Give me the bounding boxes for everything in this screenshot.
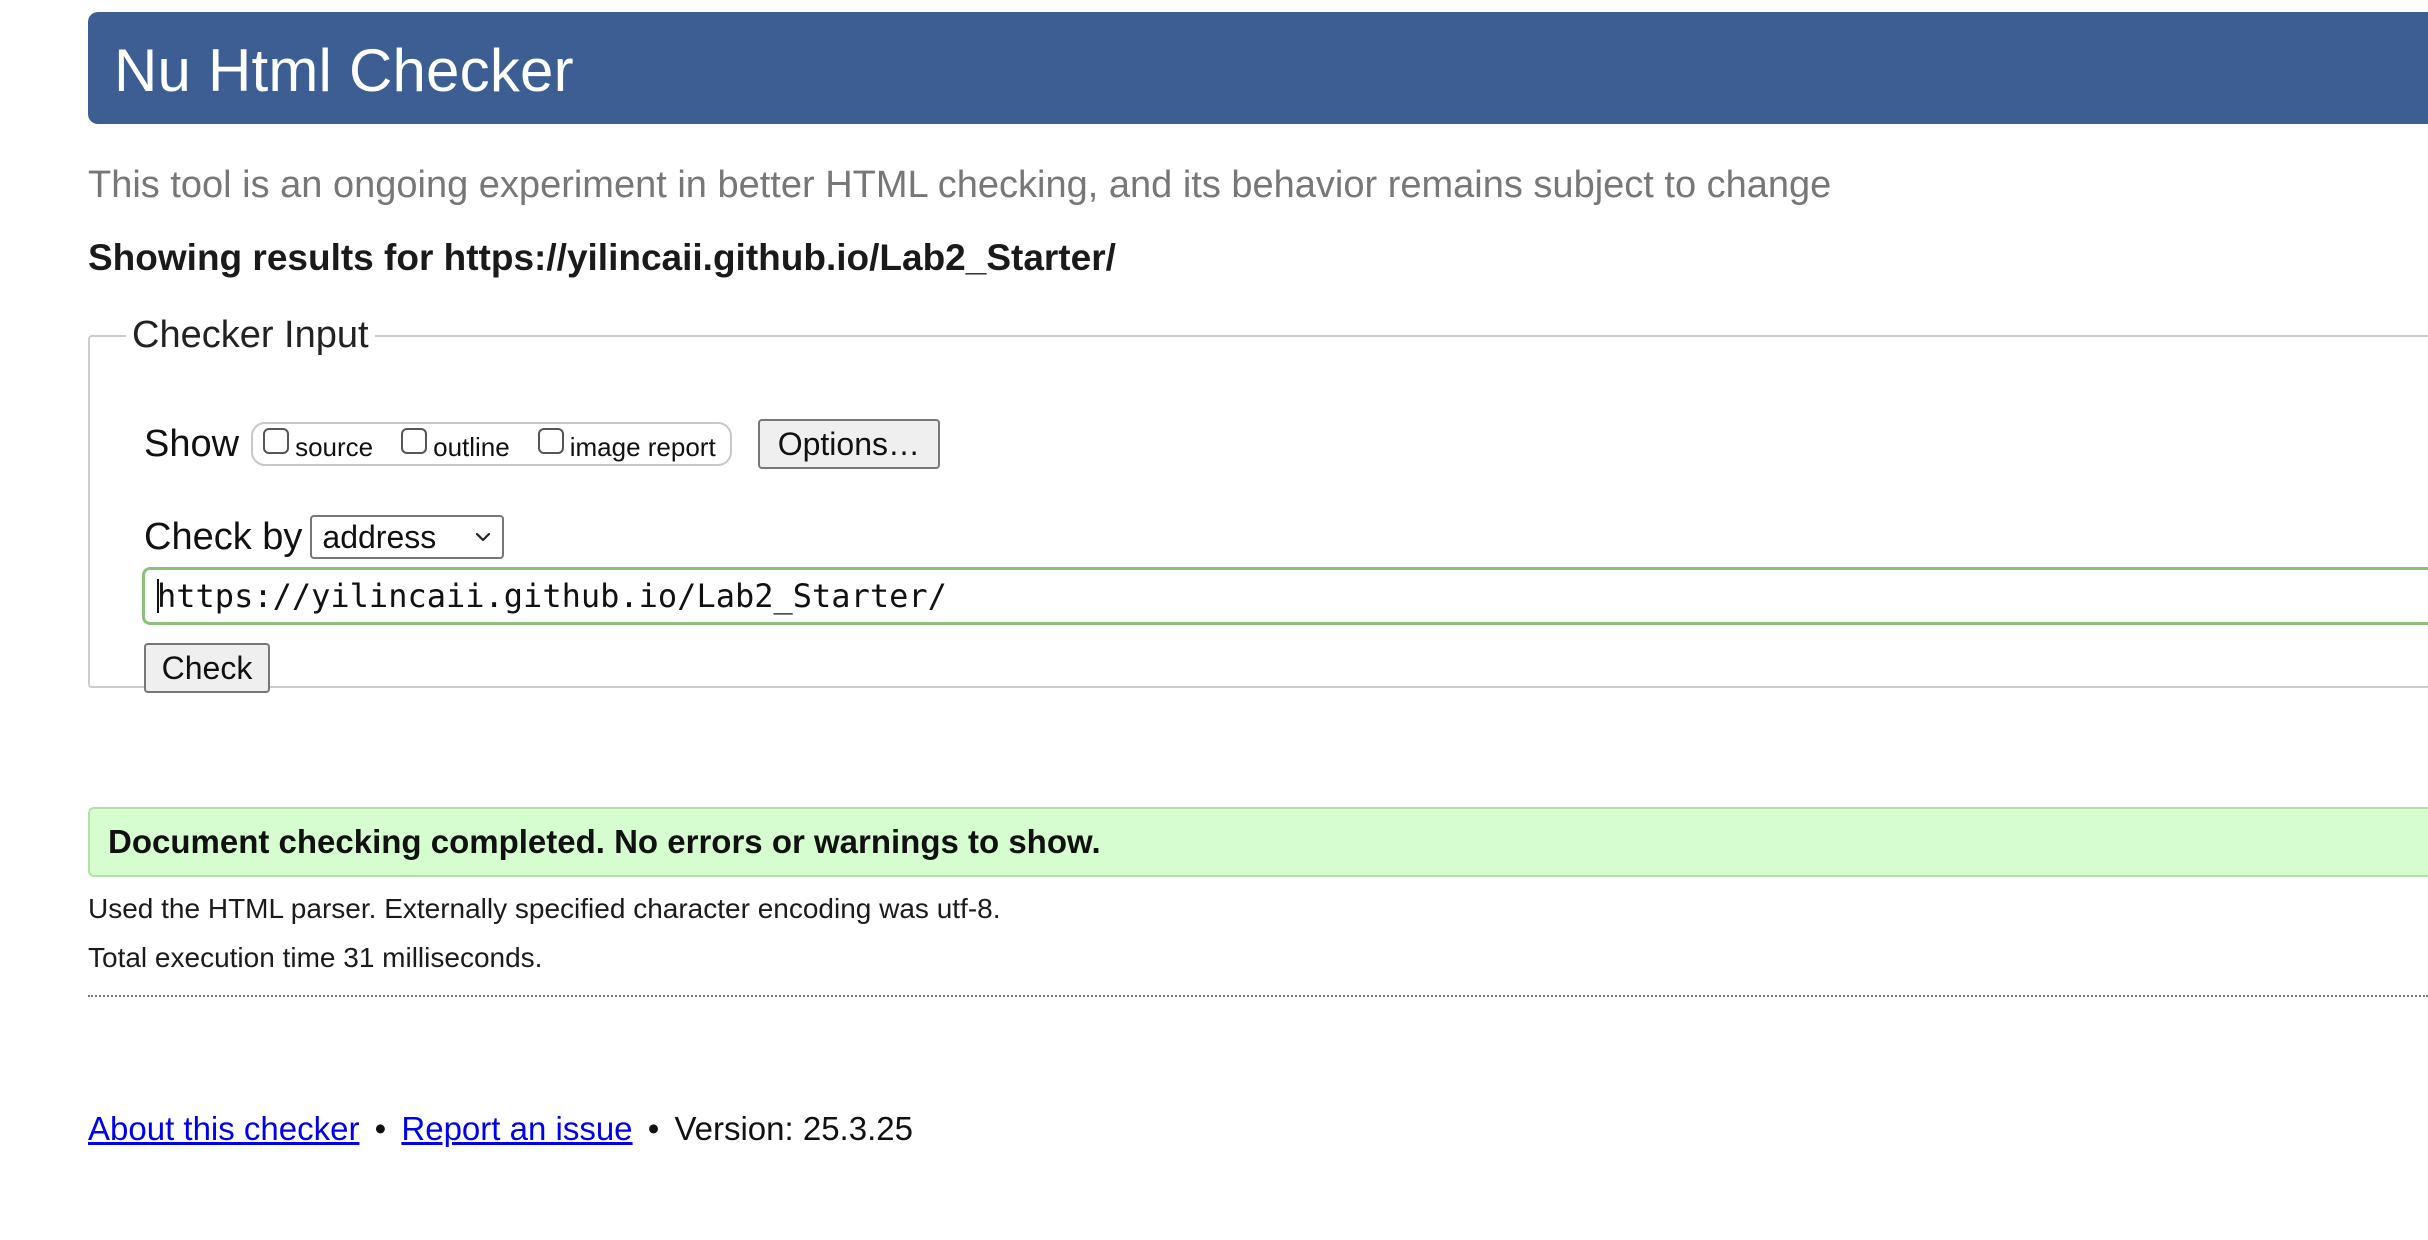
check-by-row: Check by address [144, 515, 505, 559]
execution-time: Total execution time 31 milliseconds. [88, 942, 543, 973]
source-checkbox-label: source [295, 431, 374, 462]
show-row: Show source outline image report Options… [144, 419, 940, 469]
check-by-selected-value: address [322, 518, 437, 555]
show-outline-option[interactable]: outline [401, 428, 510, 462]
parser-info: Used the HTML parser. Externally specifi… [88, 893, 1001, 924]
page-title: Nu Html Checker [114, 36, 574, 104]
header-bar: Nu Html Checker [88, 12, 2428, 124]
options-button[interactable]: Options… [757, 419, 940, 469]
check-by-select[interactable]: address [310, 515, 505, 559]
success-message: Document checking completed. No errors o… [88, 807, 2428, 877]
show-options-group: source outline image report [251, 422, 732, 466]
show-source-option[interactable]: source [263, 428, 374, 462]
check-button[interactable]: Check [144, 643, 270, 693]
show-label: Show [144, 422, 240, 465]
footer-separator: • [374, 1110, 387, 1147]
show-image-report-option[interactable]: image report [537, 428, 716, 462]
tool-subtitle: This tool is an ongoing experiment in be… [88, 164, 1832, 206]
check-by-label: Check by [144, 515, 303, 558]
source-checkbox[interactable] [263, 428, 290, 454]
page: Nu Html Checker This tool is an ongoing … [0, 0, 2428, 1240]
version-text: Version: 25.3.25 [674, 1110, 913, 1147]
results-heading: Showing results for https://yilincaii.gi… [88, 237, 1116, 278]
chevron-down-icon [476, 532, 491, 542]
image-report-checkbox[interactable] [537, 428, 564, 454]
image-report-checkbox-label: image report [569, 431, 716, 462]
outline-checkbox-label: outline [433, 431, 510, 462]
report-issue-link[interactable]: Report an issue [401, 1110, 632, 1147]
footer-separator: • [647, 1110, 660, 1147]
outline-checkbox[interactable] [401, 428, 428, 454]
checker-input-fieldset: Checker Input Show source outline image … [88, 314, 2428, 693]
url-input-value: https://yilincaii.github.io/Lab2_Starter… [157, 577, 947, 615]
about-checker-link[interactable]: About this checker [88, 1110, 359, 1147]
dotted-divider [88, 995, 2428, 997]
checker-input-legend: Checker Input [132, 314, 369, 356]
footer: About this checker • Report an issue • V… [88, 1110, 913, 1148]
url-input[interactable]: https://yilincaii.github.io/Lab2_Starter… [142, 567, 2428, 625]
